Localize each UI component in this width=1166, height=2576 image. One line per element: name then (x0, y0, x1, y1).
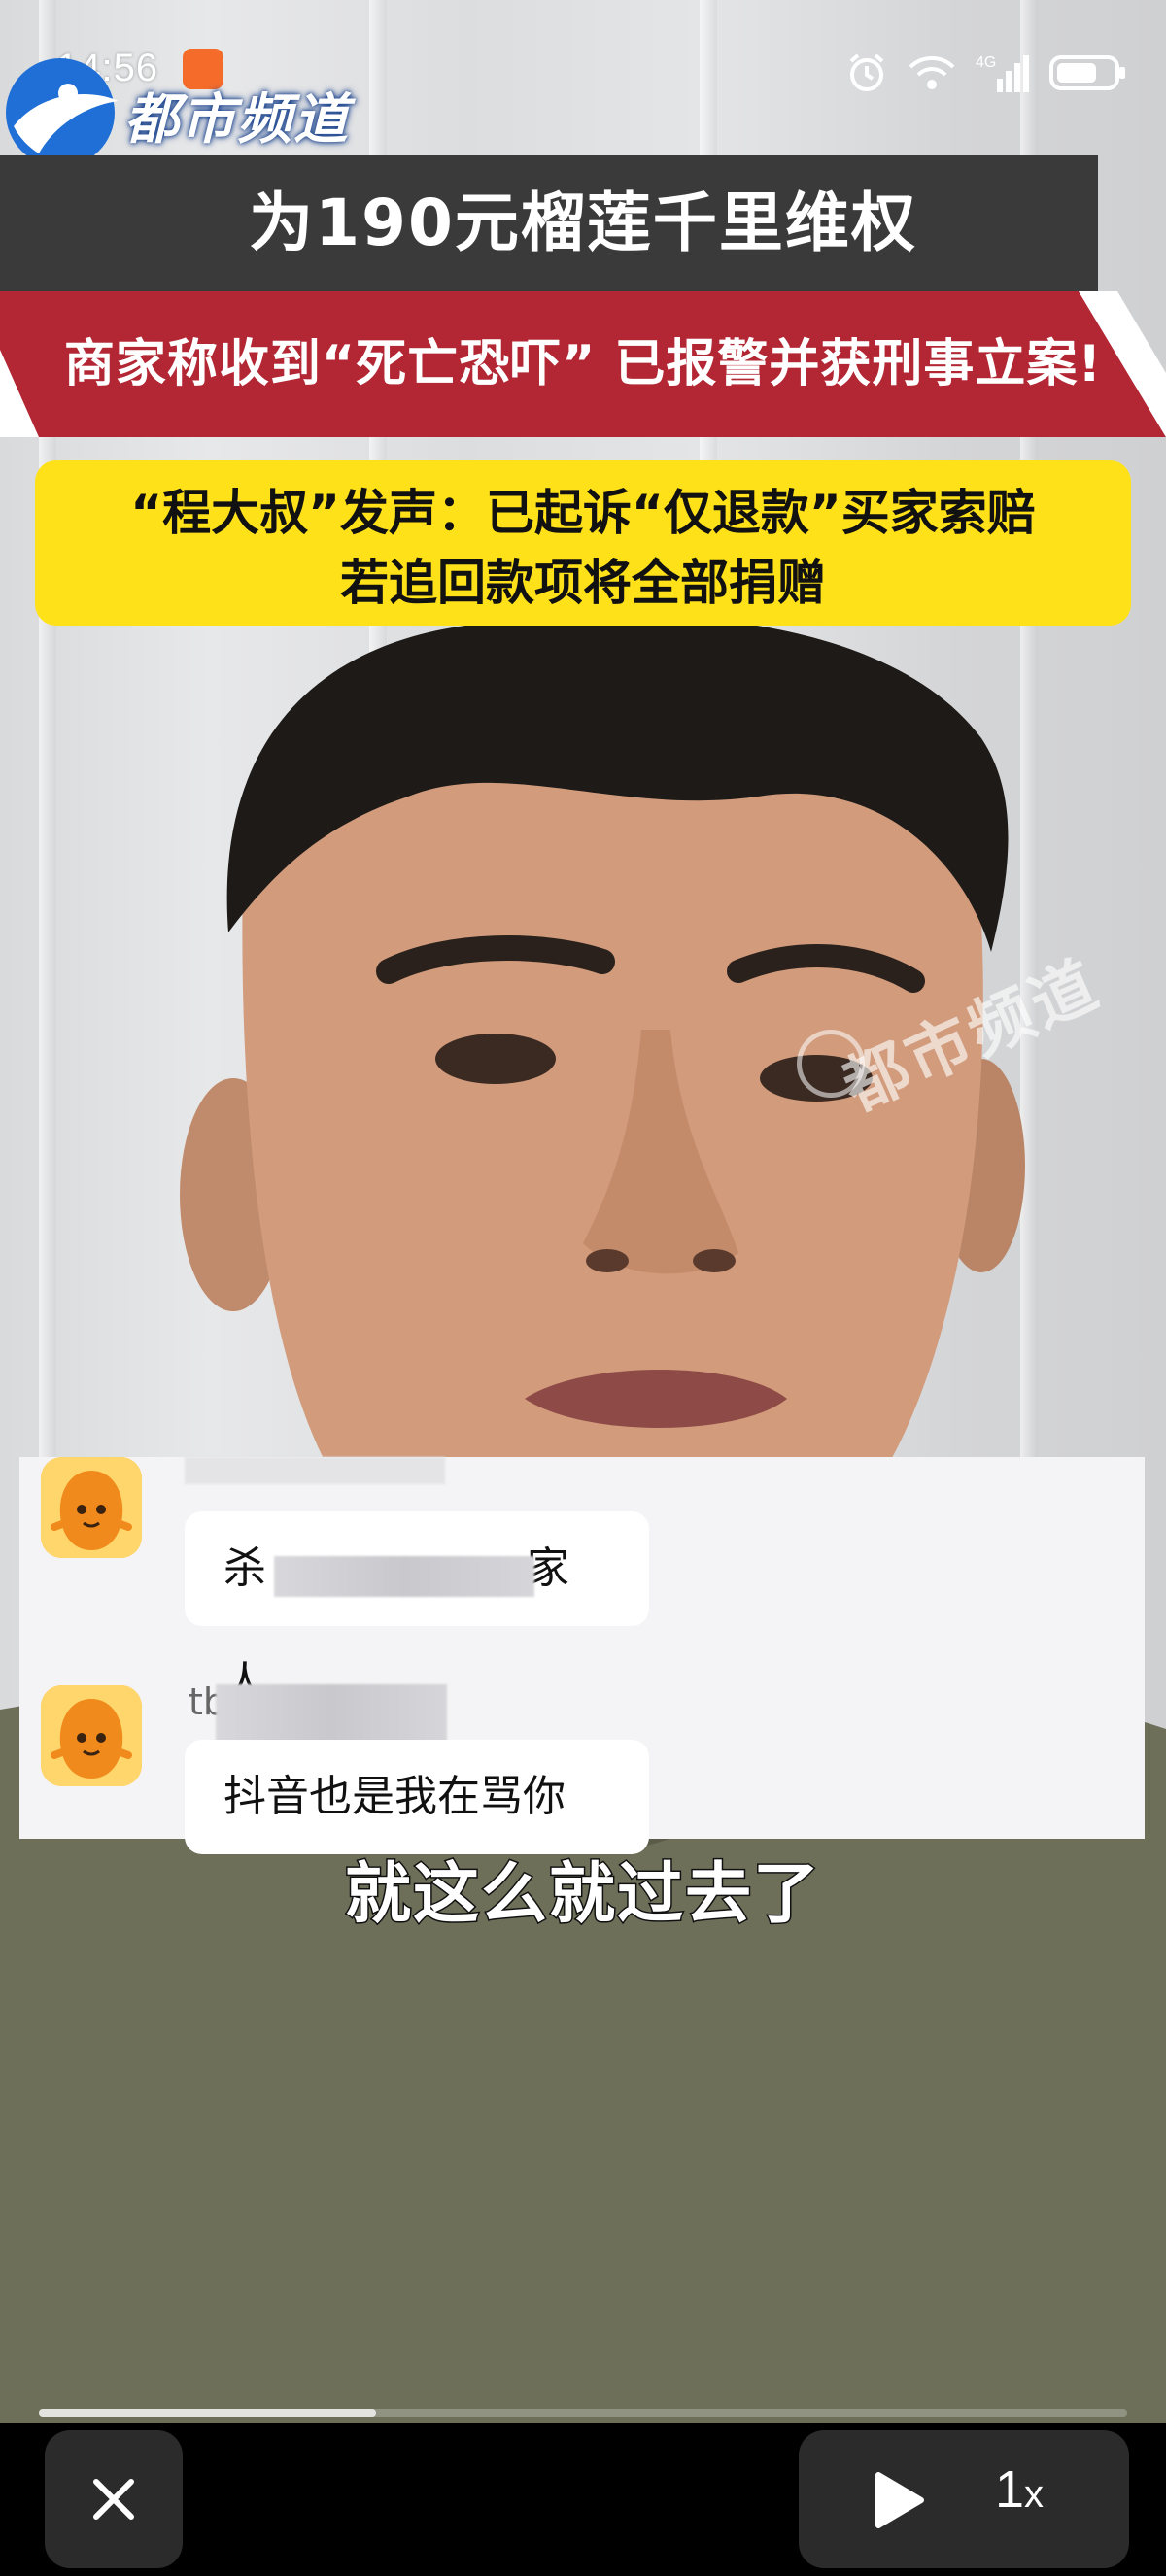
playback-progress-bar[interactable] (39, 2409, 1127, 2417)
mascot-avatar-icon (41, 1457, 142, 1558)
video-player-screen: 14:56 4G 都市频道 为190元榴莲千里维权 商家称收到“死亡恐吓” 已报… (0, 0, 1166, 2576)
battery-icon (1049, 55, 1125, 90)
close-button[interactable] (45, 2430, 183, 2568)
network-type-label: 4G (976, 54, 996, 71)
mascot-avatar-icon (41, 1685, 142, 1786)
caption-line-1: “程大叔”发声：已起诉“仅退款”买家索赔 (130, 485, 1036, 541)
headline-title: 为190元榴莲千里维权 (249, 186, 917, 260)
blurred-username (216, 1684, 447, 1745)
headline-subtitle: 商家称收到“死亡恐吓” 已报警并获刑事立案! (63, 335, 1103, 393)
playback-speed-button[interactable]: 1x (995, 2459, 1044, 2520)
close-icon (93, 2479, 134, 2520)
playback-progress-fill (39, 2409, 377, 2417)
avatar (41, 1685, 142, 1786)
play-button[interactable] (855, 2457, 941, 2543)
wifi-icon (909, 56, 955, 89)
playback-controls-pill (799, 2430, 1129, 2568)
channel-logo-icon (6, 58, 119, 167)
play-icon (875, 2472, 924, 2528)
chat-message-text-start: 杀 (223, 1543, 266, 1593)
video-subtitle: 就这么就过去了 (343, 1855, 821, 1935)
playback-speed-unit: x (1024, 2473, 1045, 2516)
blurred-message-text (274, 1556, 534, 1597)
status-icons: 4G (845, 49, 1127, 97)
playback-speed-value: 1 (995, 2460, 1025, 2519)
blurred-username (185, 1457, 445, 1484)
signal-icon: 4G (976, 54, 1029, 92)
channel-logo-text: 都市频道 (124, 88, 350, 152)
caption-line-2: 若追回款项将全部捐赠 (340, 555, 826, 611)
avatar (41, 1457, 142, 1558)
channel-logo: 都市频道 (0, 54, 350, 171)
alarm-icon (849, 53, 884, 91)
chat-message-bubble: 抖音也是我在骂你 (185, 1740, 649, 1854)
